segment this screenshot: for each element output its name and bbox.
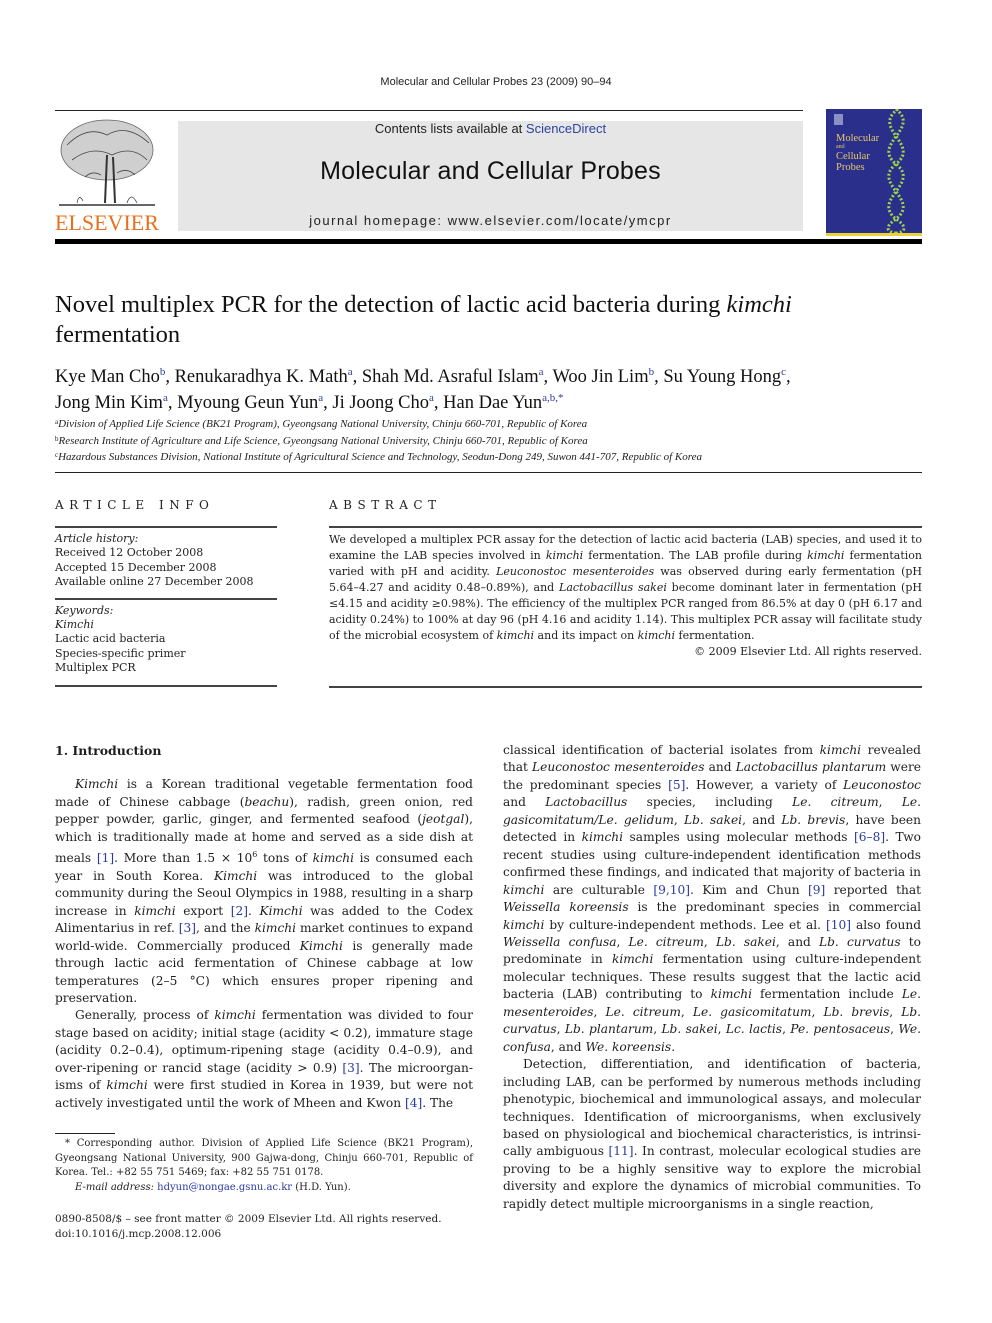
citation-link[interactable]: [4] [405,1096,422,1110]
abstract: ABSTRACT We developed a multiplex PCR as… [329,498,922,688]
article-title: Novel multiplex PCR for the detection of… [55,291,792,348]
corresponding-author-footnote: * Corresponding author. Division of Appl… [55,1138,473,1193]
author[interactable]: Woo Jin Limb [552,366,654,387]
divider [55,684,277,687]
article-history: Article history: Received 12 October 200… [55,532,254,589]
affiliation: cHazardous Substances Division, National… [55,451,702,463]
abstract-copyright: © 2009 Elsevier Ltd. All rights reserved… [694,645,922,658]
citation-link[interactable]: [3] [342,1061,359,1075]
keywords: Keywords: Kimchi Lactic acid bacteria Sp… [55,604,277,676]
article-info: ARTICLE INFO Article history: Received 1… [55,498,277,687]
header-bottom-rule [55,239,922,244]
elsevier-tree-icon [59,119,155,206]
abstract-text: We developed a multiplex PCR assay for t… [329,533,922,642]
elsevier-wordmark: ELSEVIER [55,210,159,235]
divider [329,526,922,528]
keyword[interactable]: Kimchi [55,618,277,632]
author-list: Kye Man Chob, Renukaradhya K. Matha, Sha… [55,366,791,413]
elsevier-logo[interactable]: ELSEVIER [55,115,175,235]
article-info-heading: ARTICLE INFO [55,498,215,512]
body-left-column: 1. Introduction Kimchi is a Korean tradi… [55,742,473,1112]
author[interactable]: Ji Joong Choa [332,392,434,413]
header-top-rule [55,110,803,111]
doi[interactable]: doi:10.1016/j.mcp.2008.12.006 [55,1227,485,1242]
running-head: Molecular and Cellular Probes 23 (2009) … [380,76,612,88]
journal-homepage-link[interactable]: journal homepage: www.elsevier.com/locat… [178,213,803,228]
author[interactable]: Kye Man Chob [55,366,165,387]
author[interactable]: Han Dae Yuna,b,* [443,392,563,413]
author[interactable]: Myoung Geun Yuna [177,392,323,413]
abstract-heading: ABSTRACT [329,498,442,512]
citation-link[interactable]: [3] [179,921,196,935]
citation-link[interactable]: [2] [231,904,248,918]
citation-link[interactable]: [11] [609,1144,634,1158]
affiliation: aDivision of Applied Life Science (BK21 … [55,418,588,430]
citation-link[interactable]: [5] [668,778,685,792]
section-heading: 1. Introduction [55,743,162,758]
divider [55,597,277,600]
paragraph: classical identification of bacterial is… [503,743,922,1054]
keyword[interactable]: Multiplex PCR [55,661,277,675]
citation-link[interactable]: [9,10] [653,883,690,897]
journal-banner: Contents lists available at ScienceDirec… [178,121,803,231]
sciencedirect-link[interactable]: ScienceDirect [526,121,606,136]
author[interactable]: Su Young Hongc [663,366,786,387]
keyword[interactable]: Lactic acid bacteria [55,632,277,646]
author[interactable]: Renukaradhya K. Matha [175,366,353,387]
keyword[interactable]: Species-specific primer [55,647,277,661]
front-matter: 0890-8508/$ – see front matter © 2009 El… [55,1212,485,1241]
journal-cover-thumbnail[interactable]: Molecular and Cellular Probes [826,109,922,236]
divider [55,526,277,528]
affiliation: bResearch Institute of Agriculture and L… [55,434,588,447]
elsevier-mini-logo [834,114,843,125]
paragraph: Generally, process of kimchi fermentatio… [55,1008,473,1110]
footnote-rule [55,1133,115,1134]
author[interactable]: Jong Min Kima [55,392,168,413]
issn-line: 0890-8508/$ – see front matter © 2009 El… [55,1213,442,1225]
citation-link[interactable]: [9] [808,883,825,897]
affiliations: aDivision of Applied Life Science (BK21 … [55,415,925,465]
contents-line: Contents lists available at ScienceDirec… [374,121,607,136]
paragraph: Detection, differentiation, and identifi… [503,1057,921,1211]
journal-name: Molecular and Cellular Probes [320,157,661,185]
citation-link[interactable]: [1] [97,851,114,865]
divider [329,686,922,688]
affiliations-rule [55,472,922,473]
paragraph: Kimchi is a Korean traditional vegetable… [55,777,474,1005]
author[interactable]: Shah Md. Asraful Islama [362,366,544,387]
citation-link[interactable]: [10] [826,918,851,932]
cover-title: Molecular and Cellular Probes [836,133,880,173]
citation-link[interactable]: [6–8] [854,830,885,844]
email-link[interactable]: hdyun@nongae.gsnu.ac.kr [157,1182,292,1193]
body-right-column: classical identification of bacterial is… [503,742,921,1213]
